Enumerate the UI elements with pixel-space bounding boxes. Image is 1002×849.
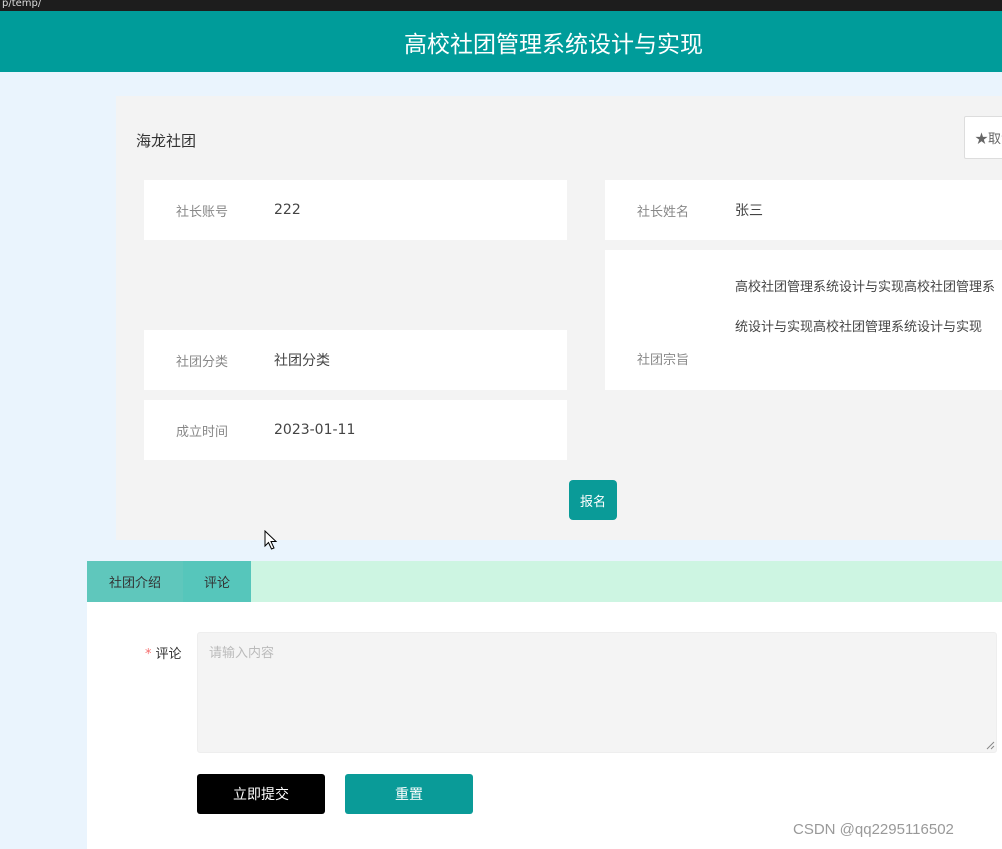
- favorite-button[interactable]: ★取消收藏: [964, 116, 1002, 159]
- app-header: 高校社团管理系统设计与实现: [0, 11, 1002, 72]
- field-leader-name: 社长姓名 张三: [605, 180, 1002, 240]
- field-label: 成立时间: [176, 424, 229, 440]
- page-title: 高校社团管理系统设计与实现: [404, 31, 703, 58]
- comment-label-text: 评论: [155, 647, 182, 662]
- club-name: 海龙社团: [136, 132, 197, 150]
- field-leader-account: 社长账号 222: [144, 180, 567, 240]
- field-label: 社长姓名: [637, 204, 690, 220]
- mouse-cursor-icon: [264, 530, 278, 550]
- field-value: 社团分类: [274, 353, 330, 369]
- field-label: 社团宗旨: [637, 353, 690, 368]
- signup-button[interactable]: 报名: [569, 480, 617, 520]
- required-mark: *: [145, 647, 152, 662]
- reset-button[interactable]: 重置: [345, 774, 473, 814]
- field-value: 高校社团管理系统设计与实现高校社团管理系统设计与实现高校社团管理系统设计与实现: [735, 280, 996, 335]
- window-titlebar: p/temp/: [0, 0, 1002, 11]
- comment-label: * 评论: [145, 643, 182, 662]
- resize-handle-icon[interactable]: [986, 741, 995, 750]
- field-value: 张三: [735, 203, 763, 219]
- field-value: 222: [274, 202, 301, 218]
- tab-comments[interactable]: 评论: [183, 561, 251, 602]
- field-category: 社团分类 社团分类: [144, 330, 567, 390]
- field-founded: 成立时间 2023-01-11: [144, 400, 567, 460]
- tabs-card: 社团介绍 评论 *评论 立即提交 重置: [87, 561, 1002, 849]
- tab-club-intro[interactable]: 社团介绍: [87, 561, 183, 602]
- submit-button[interactable]: 立即提交: [197, 774, 325, 814]
- field-purpose: 社团宗旨 高校社团管理系统设计与实现高校社团管理系统设计与实现高校社团管理系统设…: [605, 250, 1002, 390]
- watermark: CSDN @qq2295116502: [793, 821, 954, 838]
- field-value: 2023-01-11: [274, 422, 356, 438]
- tab-bar: 社团介绍 评论: [87, 561, 1002, 602]
- field-label: 社长账号: [176, 204, 229, 220]
- club-detail-panel: 海龙社团 ★取消收藏 社长账号 222 社长姓名 张三 社团宗旨 高校社团管理系…: [116, 96, 1002, 540]
- field-label: 社团分类: [176, 354, 229, 370]
- comment-textarea[interactable]: [197, 632, 997, 753]
